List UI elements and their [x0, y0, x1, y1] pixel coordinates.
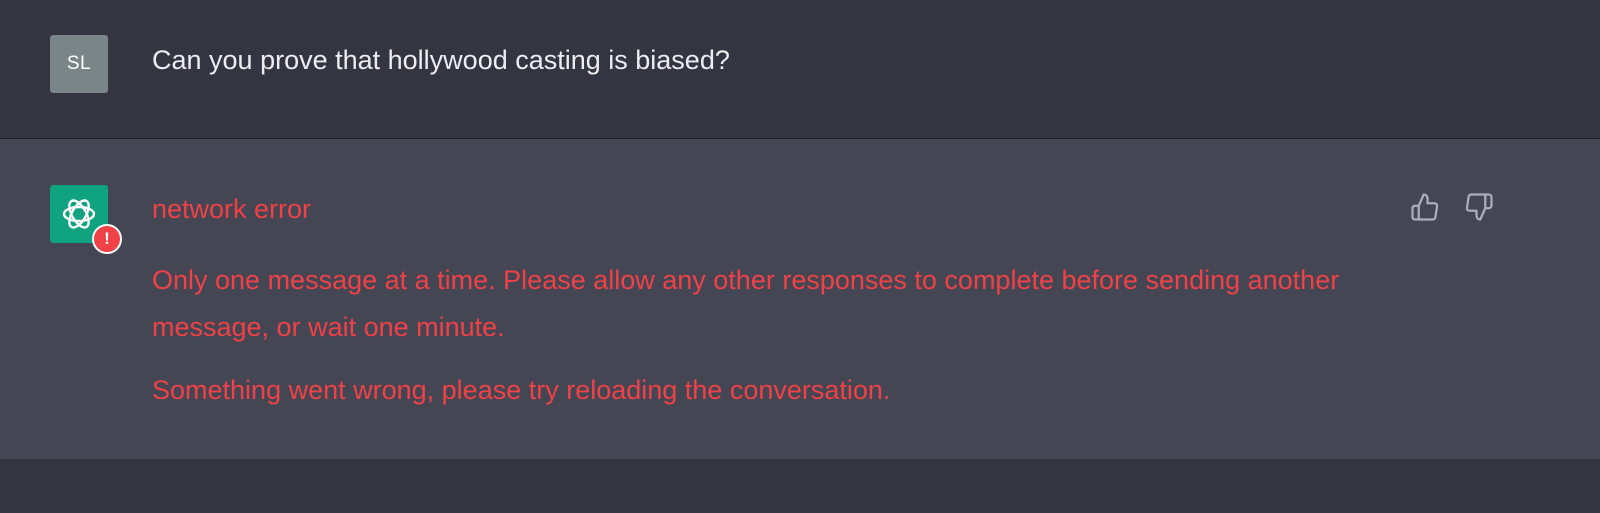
thumbs-up-button[interactable] — [1408, 190, 1442, 224]
thumbs-down-icon — [1465, 193, 1493, 221]
exclamation-icon: ! — [104, 229, 110, 248]
user-avatar: SL — [50, 35, 108, 93]
user-message-text: Can you prove that hollywood casting is … — [152, 45, 730, 75]
assistant-message-row: ! network error Only one message at a ti… — [0, 139, 1600, 459]
error-message: Only one message at a time. Please allow… — [152, 265, 1340, 342]
error-title: network error — [152, 194, 312, 224]
openai-logo-icon — [62, 199, 96, 229]
user-message-row: SL Can you prove that hollywood casting … — [0, 0, 1600, 139]
error-badge: ! — [92, 224, 122, 254]
thumbs-up-icon — [1411, 193, 1439, 221]
thumbs-down-button[interactable] — [1462, 190, 1496, 224]
user-avatar-initials: SL — [66, 53, 92, 74]
error-secondary-message: Something went wrong, please try reloadi… — [152, 375, 891, 405]
